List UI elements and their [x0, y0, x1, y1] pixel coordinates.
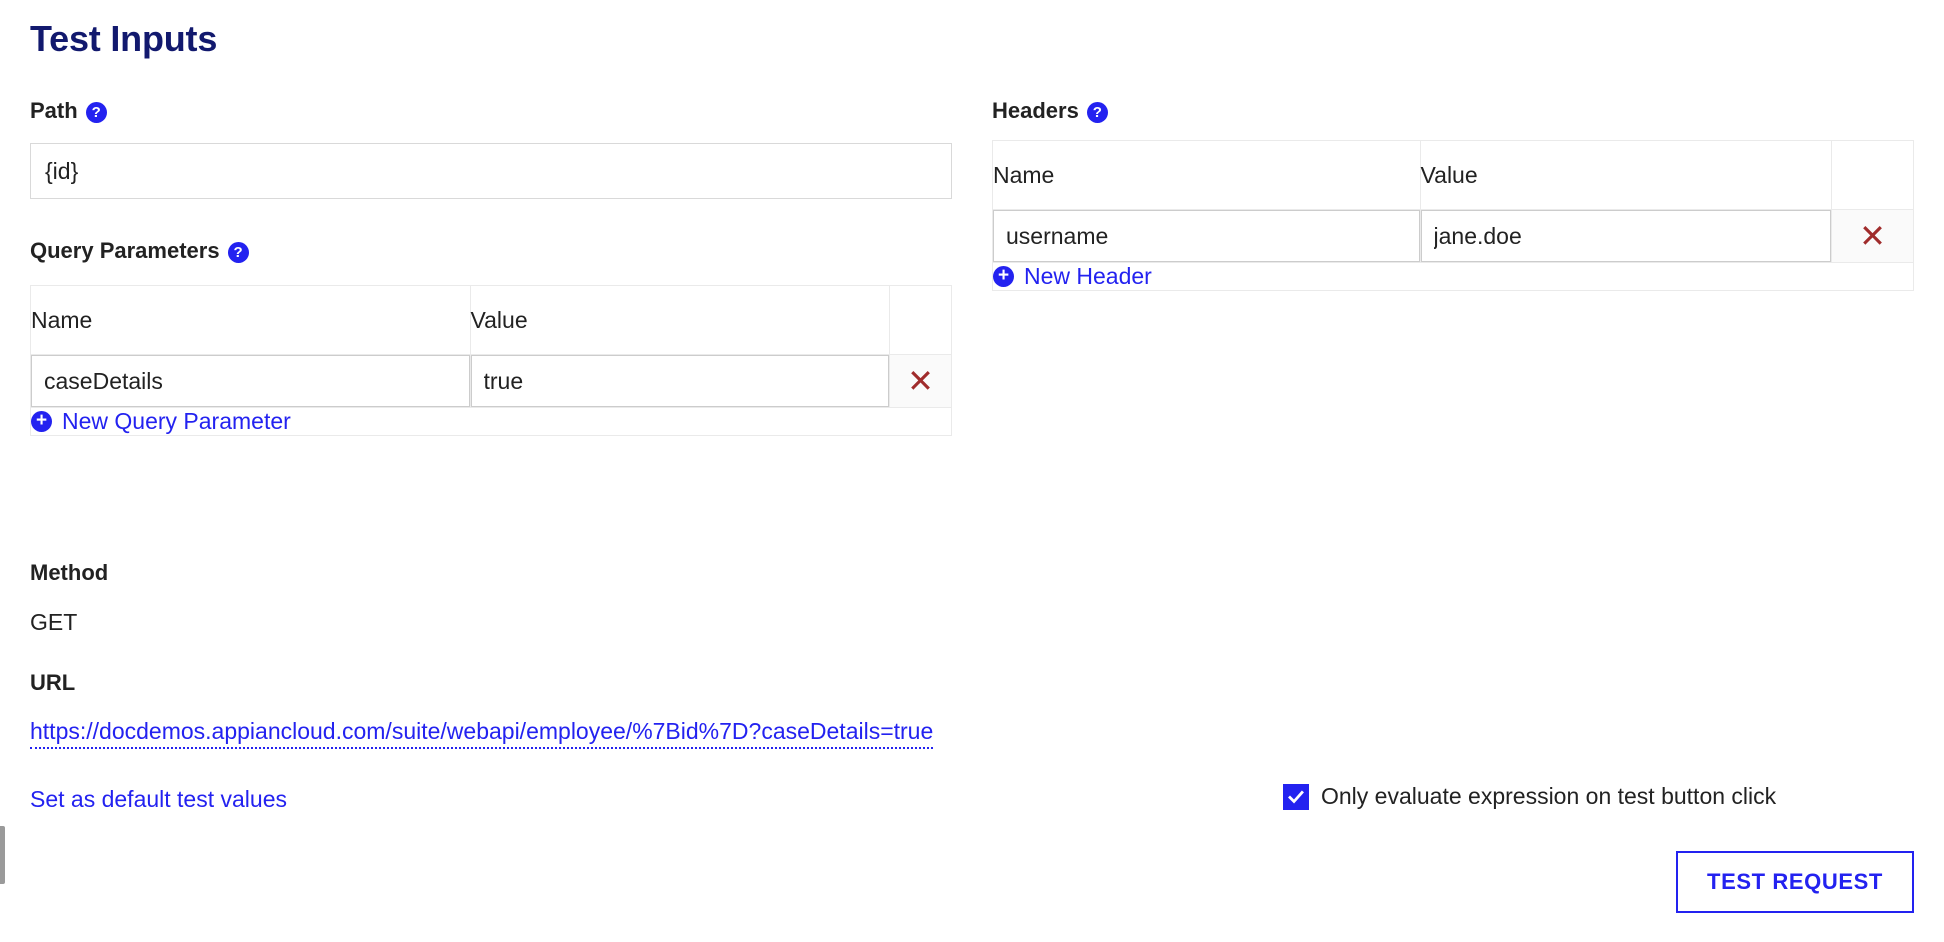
table-add-row: + New Query Parameter — [30, 407, 952, 436]
query-param-actions-cell: ✕ — [889, 354, 952, 408]
query-param-name-input[interactable] — [31, 355, 470, 407]
query-parameters-table: Name Value ✕ + — [30, 285, 952, 436]
test-request-button[interactable]: TEST REQUEST — [1676, 851, 1914, 913]
header-actions-cell: ✕ — [1831, 209, 1914, 263]
new-query-parameter-button[interactable]: + New Query Parameter — [31, 408, 291, 435]
help-circle-icon[interactable]: ? — [85, 101, 107, 123]
set-as-default-test-values-link[interactable]: Set as default test values — [30, 786, 287, 813]
only-evaluate-checkbox-label[interactable]: Only evaluate expression on test button … — [1321, 783, 1776, 810]
column-header-actions — [1831, 140, 1914, 210]
add-query-parameter-cell: + New Query Parameter — [30, 407, 952, 436]
help-circle-icon[interactable]: ? — [227, 241, 249, 263]
only-evaluate-on-click-row[interactable]: Only evaluate expression on test button … — [1283, 783, 1776, 810]
delete-row-icon[interactable]: ✕ — [1859, 220, 1886, 252]
query-parameters-label: Query Parameters ? — [30, 238, 249, 264]
only-evaluate-checkbox[interactable] — [1283, 783, 1309, 810]
header-value-cell — [1419, 209, 1833, 263]
new-query-parameter-label: New Query Parameter — [62, 408, 291, 434]
method-value: GET — [30, 609, 78, 635]
url-label: URL — [30, 670, 76, 695]
path-label: Path ? — [30, 98, 107, 124]
headers-label: Headers ? — [992, 98, 1108, 124]
path-input[interactable] — [30, 143, 952, 199]
method-label: Method — [30, 560, 109, 585]
column-header-value: Value — [1419, 140, 1833, 210]
plus-circle-icon: + — [31, 411, 52, 432]
header-value-input[interactable] — [1420, 210, 1832, 262]
new-header-label: New Header — [1024, 263, 1152, 289]
query-param-name-cell — [30, 354, 471, 408]
header-name-input[interactable] — [993, 210, 1420, 262]
query-param-value-input[interactable] — [470, 355, 890, 407]
plus-circle-icon: + — [993, 266, 1014, 287]
column-header-actions — [889, 285, 952, 355]
query-param-value-cell — [469, 354, 891, 408]
page-title: Test Inputs — [30, 18, 218, 59]
new-header-button[interactable]: + New Header — [993, 263, 1152, 290]
headers-label-text: Headers — [992, 98, 1079, 123]
path-label-text: Path — [30, 98, 78, 123]
left-edge-scroll-handle[interactable] — [0, 826, 5, 884]
table-header-row: Name Value — [30, 285, 952, 355]
help-circle-icon[interactable]: ? — [1086, 101, 1108, 123]
table-row: ✕ — [30, 354, 952, 408]
headers-table: Name Value ✕ + — [992, 140, 1914, 291]
delete-row-icon[interactable]: ✕ — [907, 365, 934, 397]
table-row: ✕ — [992, 209, 1914, 263]
request-url-link[interactable]: https://docdemos.appiancloud.com/suite/w… — [30, 718, 934, 749]
header-name-cell — [992, 209, 1421, 263]
column-header-name: Name — [992, 140, 1421, 210]
column-header-name: Name — [30, 285, 471, 355]
add-header-cell: + New Header — [992, 262, 1914, 291]
query-parameters-label-text: Query Parameters — [30, 238, 220, 263]
column-header-value: Value — [469, 285, 891, 355]
test-inputs-panel: Test Inputs Path ? Query Parameters ? Na… — [0, 0, 1944, 942]
table-add-row: + New Header — [992, 262, 1914, 291]
table-header-row: Name Value — [992, 140, 1914, 210]
